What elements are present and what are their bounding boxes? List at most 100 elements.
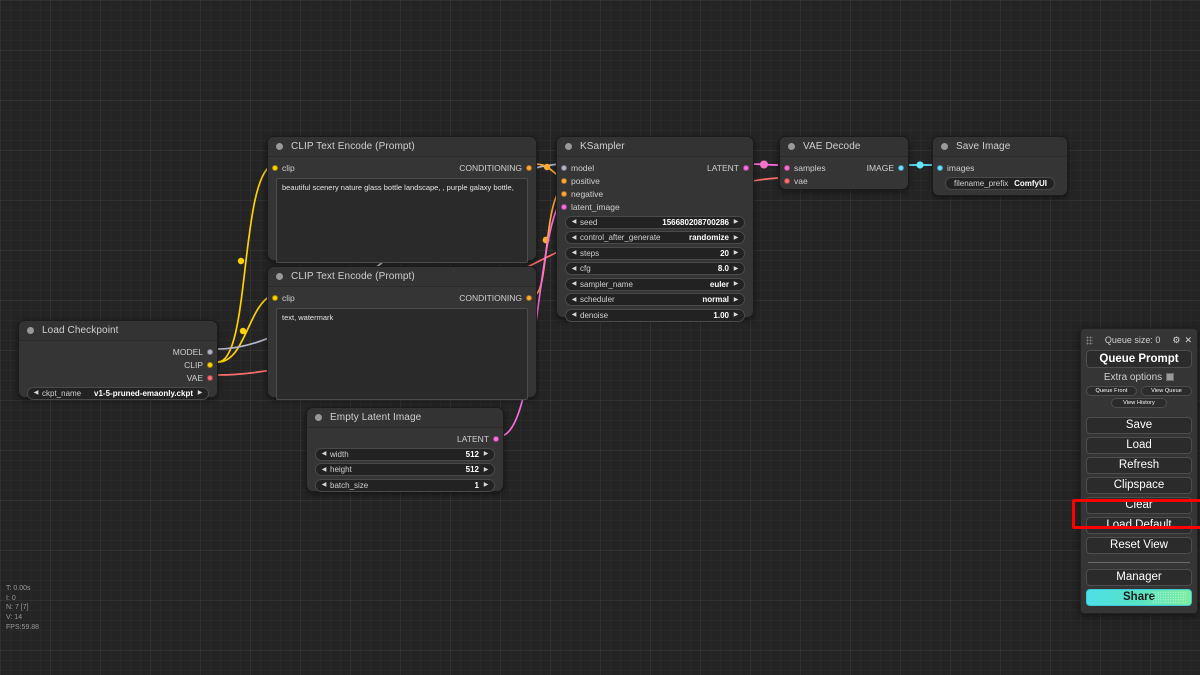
widget-steps[interactable]: ◀ steps 20 ▶ xyxy=(565,246,745,260)
increment-arrow-icon[interactable]: ▶ xyxy=(732,235,740,241)
widget-value-batch-size: 1 xyxy=(474,480,479,490)
input-dot-clip[interactable] xyxy=(272,294,278,301)
widget-seed[interactable]: ◀ seed 156680208700286 ▶ xyxy=(565,215,745,229)
output-dot-latent[interactable] xyxy=(493,435,499,442)
output-dot-model[interactable] xyxy=(207,348,213,355)
prompt-textarea-negative[interactable]: text, watermark xyxy=(276,308,528,400)
increment-arrow-icon[interactable]: ▶ xyxy=(732,250,740,256)
queue-front-button[interactable]: Queue Front xyxy=(1086,386,1137,396)
queue-prompt-button[interactable]: Queue Prompt xyxy=(1086,350,1192,368)
stat-time: T: 0.00s xyxy=(6,585,31,592)
menu-header[interactable]: Queue size: 0 ⚙ ✕ xyxy=(1086,332,1192,348)
increment-arrow-icon[interactable]: ▶ xyxy=(482,451,490,457)
view-history-button[interactable]: View History xyxy=(1111,398,1167,408)
input-dot-positive[interactable] xyxy=(561,177,567,184)
comfyui-canvas[interactable]: CLIP Text Encode (Prompt) clip CONDITION… xyxy=(0,0,1200,675)
collapse-dot-icon[interactable] xyxy=(788,143,795,150)
node-title-bar[interactable]: Empty Latent Image xyxy=(307,408,503,428)
close-icon[interactable]: ✕ xyxy=(1184,335,1192,345)
decrement-arrow-icon[interactable]: ◀ xyxy=(320,451,328,457)
drag-handle-icon[interactable] xyxy=(1086,335,1093,345)
widget-cfg[interactable]: ◀ cfg 8.0 ▶ xyxy=(565,262,745,275)
output-dot-conditioning[interactable] xyxy=(526,294,532,301)
node-clip-text-encode-negative[interactable]: CLIP Text Encode (Prompt) clip CONDITION… xyxy=(267,266,537,400)
node-load-checkpoint[interactable]: Load Checkpoint MODEL CLIP VAE ◀ ckpt_na… xyxy=(18,320,218,400)
output-dot-image[interactable] xyxy=(898,164,904,171)
extra-options-row[interactable]: Extra options xyxy=(1086,369,1192,385)
node-clip-text-encode-positive[interactable]: CLIP Text Encode (Prompt) clip CONDITION… xyxy=(267,136,537,263)
reset-view-button[interactable]: Reset View xyxy=(1086,537,1192,554)
decrement-arrow-icon[interactable]: ◀ xyxy=(570,235,578,241)
node-title-bar[interactable]: CLIP Text Encode (Prompt) xyxy=(268,137,536,157)
save-button[interactable]: Save xyxy=(1086,417,1192,434)
increment-arrow-icon[interactable]: ▶ xyxy=(732,297,740,303)
comfy-menu-panel[interactable]: Queue size: 0 ⚙ ✕ Queue Prompt Extra opt… xyxy=(1080,328,1198,614)
widget-scheduler[interactable]: ◀ scheduler normal ▶ xyxy=(565,293,745,306)
increment-arrow-icon[interactable]: ▶ xyxy=(482,467,490,473)
prompt-textarea-positive[interactable]: beautiful scenery nature glass bottle la… xyxy=(276,178,528,263)
decrement-arrow-icon[interactable]: ◀ xyxy=(320,482,328,488)
decrement-arrow-icon[interactable]: ◀ xyxy=(32,390,40,396)
clear-button[interactable]: Clear xyxy=(1086,497,1192,514)
decrement-arrow-icon[interactable]: ◀ xyxy=(570,297,578,303)
widget-filename-prefix[interactable]: filename_prefix ComfyUI xyxy=(945,176,1055,190)
manager-button[interactable]: Manager xyxy=(1086,569,1192,586)
node-save-image[interactable]: Save Image images filename_prefix ComfyU… xyxy=(932,136,1068,196)
decrement-arrow-icon[interactable]: ◀ xyxy=(570,219,578,225)
node-empty-latent-image[interactable]: Empty Latent Image LATENT ◀ width 512 ▶ … xyxy=(306,407,504,492)
node-title-bar[interactable]: Save Image xyxy=(933,137,1067,157)
node-ksampler[interactable]: KSampler model LATENT positive negative … xyxy=(556,136,754,322)
collapse-dot-icon[interactable] xyxy=(27,327,34,334)
output-label-latent: LATENT xyxy=(707,162,739,173)
increment-arrow-icon[interactable]: ▶ xyxy=(196,390,204,396)
input-dot-model[interactable] xyxy=(561,164,567,171)
collapse-dot-icon[interactable] xyxy=(941,143,948,150)
output-dot-clip[interactable] xyxy=(207,361,213,368)
decrement-arrow-icon[interactable]: ◀ xyxy=(570,312,578,318)
gear-icon[interactable]: ⚙ xyxy=(1172,335,1180,345)
collapse-dot-icon[interactable] xyxy=(276,273,283,280)
view-queue-button[interactable]: View Queue xyxy=(1141,386,1192,396)
input-dot-clip[interactable] xyxy=(272,164,278,171)
output-dot-vae[interactable] xyxy=(207,374,213,381)
input-dot-negative[interactable] xyxy=(561,190,567,197)
decrement-arrow-icon[interactable]: ◀ xyxy=(570,250,578,256)
widget-ckpt-name[interactable]: ◀ ckpt_name v1-5-pruned-emaonly.ckpt ▶ xyxy=(27,386,209,400)
input-dot-samples[interactable] xyxy=(784,164,790,171)
widget-control-after-generate[interactable]: ◀ control_after_generate randomize ▶ xyxy=(565,231,745,244)
input-dot-latent-image[interactable] xyxy=(561,203,567,210)
decrement-arrow-icon[interactable]: ◀ xyxy=(570,281,578,287)
increment-arrow-icon[interactable]: ▶ xyxy=(732,219,740,225)
node-title-bar[interactable]: KSampler xyxy=(557,137,753,157)
increment-arrow-icon[interactable]: ▶ xyxy=(732,281,740,287)
node-body: samples IMAGE vae xyxy=(780,157,908,193)
extra-options-checkbox[interactable] xyxy=(1166,373,1175,381)
increment-arrow-icon[interactable]: ▶ xyxy=(732,312,740,318)
load-button[interactable]: Load xyxy=(1086,437,1192,454)
input-dot-vae[interactable] xyxy=(784,177,790,184)
refresh-button[interactable]: Refresh xyxy=(1086,457,1192,474)
decrement-arrow-icon[interactable]: ◀ xyxy=(570,266,578,272)
widget-width[interactable]: ◀ width 512 ▶ xyxy=(315,447,495,461)
widget-height[interactable]: ◀ height 512 ▶ xyxy=(315,463,495,476)
node-vae-decode[interactable]: VAE Decode samples IMAGE vae xyxy=(779,136,909,190)
collapse-dot-icon[interactable] xyxy=(565,143,572,150)
widget-value-control-after-generate: randomize xyxy=(688,233,729,242)
output-dot-conditioning[interactable] xyxy=(526,164,532,171)
widget-batch-size[interactable]: ◀ batch_size 1 ▶ xyxy=(315,478,495,492)
increment-arrow-icon[interactable]: ▶ xyxy=(732,266,740,272)
input-dot-images[interactable] xyxy=(937,164,943,171)
increment-arrow-icon[interactable]: ▶ xyxy=(482,482,490,488)
node-title-bar[interactable]: Load Checkpoint xyxy=(19,321,217,341)
widget-denoise[interactable]: ◀ denoise 1.00 ▶ xyxy=(565,308,745,322)
output-dot-latent[interactable] xyxy=(743,164,749,171)
decrement-arrow-icon[interactable]: ◀ xyxy=(320,467,328,473)
node-title-bar[interactable]: VAE Decode xyxy=(780,137,908,157)
load-default-button[interactable]: Load Default xyxy=(1086,517,1192,534)
clipspace-button[interactable]: Clipspace xyxy=(1086,477,1192,494)
collapse-dot-icon[interactable] xyxy=(276,143,283,150)
collapse-dot-icon[interactable] xyxy=(315,414,322,421)
share-button[interactable]: Share xyxy=(1086,589,1192,606)
node-title-bar[interactable]: CLIP Text Encode (Prompt) xyxy=(268,267,536,287)
widget-sampler-name[interactable]: ◀ sampler_name euler ▶ xyxy=(565,277,745,291)
